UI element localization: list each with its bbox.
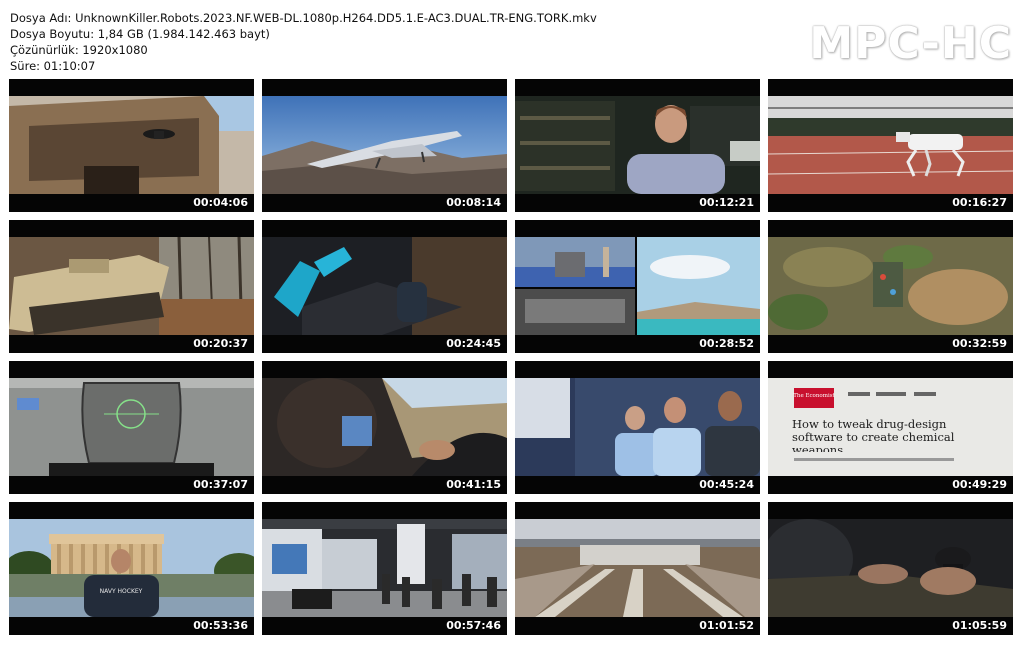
duration: Süre: 01:10:07 <box>10 59 96 73</box>
thumbnail-4[interactable]: 00:16:27 <box>768 79 1013 212</box>
timestamp: 00:45:24 <box>699 478 754 491</box>
thumbnail-13[interactable]: NAVY HOCKEY 00:53:36 <box>9 502 254 635</box>
timestamp: 01:01:52 <box>699 619 754 632</box>
thumbnail-10[interactable]: 00:41:15 <box>262 361 507 494</box>
timestamp: 00:16:27 <box>952 196 1007 209</box>
timestamp: 00:32:59 <box>952 337 1007 350</box>
timestamp: 00:04:06 <box>193 196 248 209</box>
thumbnail-image <box>9 237 254 335</box>
thumbnail-image <box>9 378 254 476</box>
thumbnail-6[interactable]: 00:24:45 <box>262 220 507 353</box>
timestamp: 00:37:07 <box>193 478 248 491</box>
thumbnail-8[interactable]: 00:32:59 <box>768 220 1013 353</box>
thumbnail-image <box>515 519 760 617</box>
thumbnail-11[interactable]: 00:45:24 <box>515 361 760 494</box>
economist-brand: The Economist <box>793 393 835 399</box>
file-info: Dosya Adı: UnknownKiller.Robots.2023.NF.… <box>10 10 597 74</box>
timestamp: 00:08:14 <box>446 196 501 209</box>
thumbnail-image: NAVY HOCKEY <box>9 519 254 617</box>
thumbnail-3[interactable]: 00:12:21 <box>515 79 760 212</box>
thumbnail-1[interactable]: 00:04:06 <box>9 79 254 212</box>
thumbnail-image <box>262 96 507 194</box>
timestamp: 00:57:46 <box>446 619 501 632</box>
thumbnail-image <box>515 96 760 194</box>
thumbnail-image <box>9 96 254 194</box>
thumbnail-2[interactable]: 00:08:14 <box>262 79 507 212</box>
thumbnail-image <box>262 519 507 617</box>
timestamp: 00:12:21 <box>699 196 754 209</box>
timestamp: 00:41:15 <box>446 478 501 491</box>
thumbnail-14[interactable]: 00:57:46 <box>262 502 507 635</box>
thumbnail-5[interactable]: 00:20:37 <box>9 220 254 353</box>
timestamp: 00:28:52 <box>699 337 754 350</box>
thumbnail-15[interactable]: 01:01:52 <box>515 502 760 635</box>
timestamp: 01:05:59 <box>952 619 1007 632</box>
thumbnail-grid: 00:04:06 00:08:14 00:12:21 00:16:27 00:2… <box>9 79 1015 635</box>
thumbnail-9[interactable]: 00:37:07 <box>9 361 254 494</box>
thumbnail-7[interactable]: 00:28:52 <box>515 220 760 353</box>
thumbnail-16[interactable]: 01:05:59 <box>768 502 1013 635</box>
file-name: Dosya Adı: UnknownKiller.Robots.2023.NF.… <box>10 11 597 25</box>
resolution: Çözünürlük: 1920x1080 <box>10 43 148 57</box>
timestamp: 00:24:45 <box>446 337 501 350</box>
thumbnail-image <box>262 237 507 335</box>
timestamp: 00:53:36 <box>193 619 248 632</box>
thumbnail-image <box>515 378 760 476</box>
thumbnail-image <box>768 237 1013 335</box>
thumbnail-image <box>515 237 760 335</box>
timestamp: 00:20:37 <box>193 337 248 350</box>
thumbnail-12[interactable]: The Economist How to tweak drug-design s… <box>768 361 1013 494</box>
thumbnail-image <box>768 519 1013 617</box>
mpc-hc-logo: MPC-HC <box>809 18 1012 69</box>
thumbnail-image: The Economist How to tweak drug-design s… <box>768 378 1013 476</box>
economist-headline: How to tweak drug-design software to cre… <box>792 418 955 452</box>
file-size: Dosya Boyutu: 1,84 GB (1.984.142.463 bay… <box>10 27 270 41</box>
thumbnail-image <box>262 378 507 476</box>
timestamp: 00:49:29 <box>952 478 1007 491</box>
shirt-text: NAVY HOCKEY <box>100 588 143 595</box>
thumbnail-image <box>768 96 1013 194</box>
